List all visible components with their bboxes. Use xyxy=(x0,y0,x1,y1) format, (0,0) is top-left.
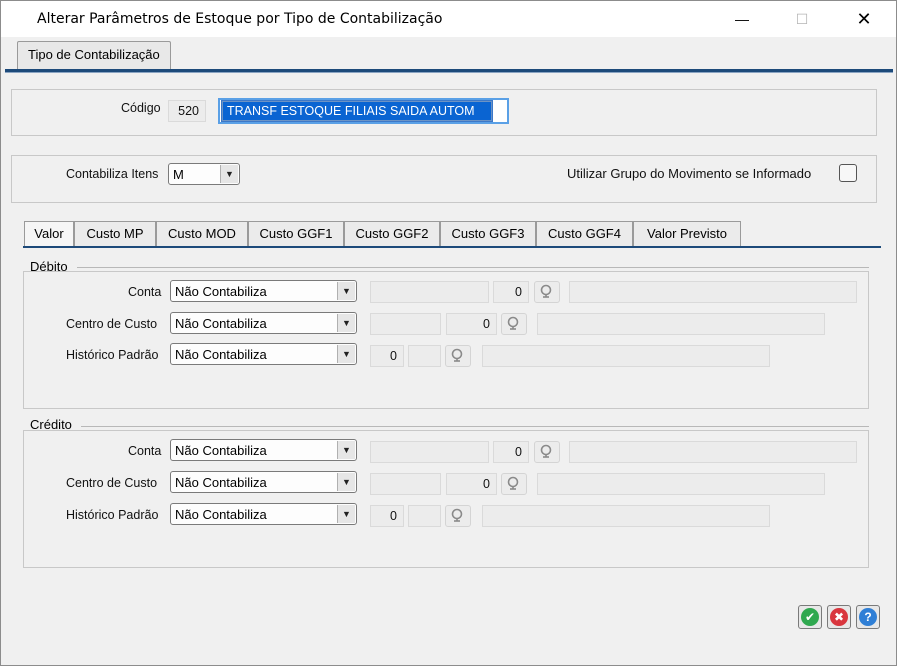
debito-historico-label: Histórico Padrão xyxy=(66,348,159,362)
credito-historico-search-button[interactable] xyxy=(445,505,471,527)
debito-title-line xyxy=(77,267,869,268)
chevron-down-icon: ▼ xyxy=(337,505,355,523)
close-button[interactable]: ✕ xyxy=(841,1,887,37)
tab-custo-mod[interactable]: Custo MOD xyxy=(156,221,248,246)
tab-custo-ggf1[interactable]: Custo GGF1 xyxy=(248,221,344,246)
outer-tab-divider-highlight xyxy=(5,72,893,73)
credito-conta-num: 0 xyxy=(493,441,529,463)
credito-historico-num: 0 xyxy=(370,505,404,527)
debito-centro-description xyxy=(537,313,825,335)
cancel-icon: ✖ xyxy=(830,608,848,626)
debito-historico-extra xyxy=(408,345,441,367)
search-icon xyxy=(451,348,463,362)
tab-custo-ggf2[interactable]: Custo GGF2 xyxy=(344,221,440,246)
credito-centro-select[interactable]: Não Contabiliza ▼ xyxy=(170,471,357,493)
contabiliza-itens-select[interactable]: M ▼ xyxy=(168,163,240,185)
help-icon: ? xyxy=(859,608,877,626)
cancel-button[interactable]: ✖ xyxy=(827,605,851,629)
debito-centro-search-button[interactable] xyxy=(501,313,527,335)
dialog-window: Alterar Parâmetros de Estoque por Tipo d… xyxy=(0,0,897,666)
debito-historico-select[interactable]: Não Contabiliza ▼ xyxy=(170,343,357,365)
chevron-down-icon: ▼ xyxy=(337,314,355,332)
contabiliza-itens-value: M xyxy=(173,167,184,182)
debito-conta-label: Conta xyxy=(128,285,162,299)
credito-conta-select[interactable]: Não Contabiliza ▼ xyxy=(170,439,357,461)
tabs-divider xyxy=(23,246,881,248)
debito-historico-value: Não Contabiliza xyxy=(175,347,267,362)
debito-centro-code xyxy=(370,313,441,335)
chevron-down-icon: ▼ xyxy=(337,473,355,491)
debito-historico-search-button[interactable] xyxy=(445,345,471,367)
minimize-button[interactable]: — xyxy=(719,1,765,37)
debito-conta-select[interactable]: Não Contabiliza ▼ xyxy=(170,280,357,302)
tab-valor[interactable]: Valor xyxy=(24,221,74,246)
debito-historico-num: 0 xyxy=(370,345,404,367)
credito-conta-description xyxy=(569,441,857,463)
credito-conta-value: Não Contabiliza xyxy=(175,443,267,458)
debito-conta-value: Não Contabiliza xyxy=(175,284,267,299)
grupo-movimento-checkbox[interactable] xyxy=(839,164,857,182)
debito-historico-description xyxy=(482,345,770,367)
window-title: Alterar Parâmetros de Estoque por Tipo d… xyxy=(37,11,443,27)
title-bar: Alterar Parâmetros de Estoque por Tipo d… xyxy=(1,1,896,37)
credito-historico-label: Histórico Padrão xyxy=(66,508,159,522)
descricao-text: TRANSF ESTOQUE FILIAIS SAIDA AUTOM xyxy=(227,104,475,118)
credito-historico-select[interactable]: Não Contabiliza ▼ xyxy=(170,503,357,525)
tab-custo-ggf3[interactable]: Custo GGF3 xyxy=(440,221,536,246)
credito-centro-num: 0 xyxy=(446,473,497,495)
credito-centro-value: Não Contabiliza xyxy=(175,475,267,490)
debito-conta-search-button[interactable] xyxy=(534,281,560,303)
chevron-down-icon: ▼ xyxy=(220,165,238,183)
credito-historico-description xyxy=(482,505,770,527)
debito-conta-description xyxy=(569,281,857,303)
debito-centro-select[interactable]: Não Contabiliza ▼ xyxy=(170,312,357,334)
tab-custo-mp[interactable]: Custo MP xyxy=(74,221,156,246)
search-icon xyxy=(507,476,519,490)
credito-conta-label: Conta xyxy=(128,444,162,458)
descricao-input-frame[interactable]: TRANSF ESTOQUE FILIAIS SAIDA AUTOM xyxy=(218,98,509,124)
debito-centro-value: Não Contabiliza xyxy=(175,316,267,331)
credito-centro-code xyxy=(370,473,441,495)
tab-tipo-contabilizacao[interactable]: Tipo de Contabilização xyxy=(17,41,171,69)
chevron-down-icon: ▼ xyxy=(337,441,355,459)
debito-conta-code xyxy=(370,281,489,303)
debito-centro-label: Centro de Custo xyxy=(66,317,158,331)
codigo-field: 520 xyxy=(168,100,206,122)
credito-conta-search-button[interactable] xyxy=(534,441,560,463)
credito-centro-label: Centro de Custo xyxy=(66,476,158,490)
credito-centro-description xyxy=(537,473,825,495)
credito-conta-code xyxy=(370,441,489,463)
debito-centro-num: 0 xyxy=(446,313,497,335)
tab-custo-ggf4[interactable]: Custo GGF4 xyxy=(536,221,633,246)
chevron-down-icon: ▼ xyxy=(337,282,355,300)
chevron-down-icon: ▼ xyxy=(337,345,355,363)
credito-historico-value: Não Contabiliza xyxy=(175,507,267,522)
help-button[interactable]: ? xyxy=(856,605,880,629)
search-icon xyxy=(507,316,519,330)
outer-tabstrip: Tipo de Contabilização xyxy=(1,37,896,71)
credito-centro-search-button[interactable] xyxy=(501,473,527,495)
check-icon: ✔ xyxy=(801,608,819,626)
debito-conta-num: 0 xyxy=(493,281,529,303)
ok-button[interactable]: ✔ xyxy=(798,605,822,629)
codigo-label: Código xyxy=(121,101,161,115)
contabiliza-itens-label: Contabiliza Itens xyxy=(66,167,159,181)
grupo-movimento-label: Utilizar Grupo do Movimento se Informado xyxy=(567,166,812,181)
tab-valor-previsto[interactable]: Valor Previsto xyxy=(633,221,741,246)
search-icon xyxy=(540,444,552,458)
maximize-button[interactable]: ☐ xyxy=(779,1,825,37)
search-icon xyxy=(540,284,552,298)
descricao-input[interactable]: TRANSF ESTOQUE FILIAIS SAIDA AUTOM xyxy=(221,100,493,122)
credito-historico-extra xyxy=(408,505,441,527)
search-icon xyxy=(451,508,463,522)
credito-title-line xyxy=(81,426,869,427)
